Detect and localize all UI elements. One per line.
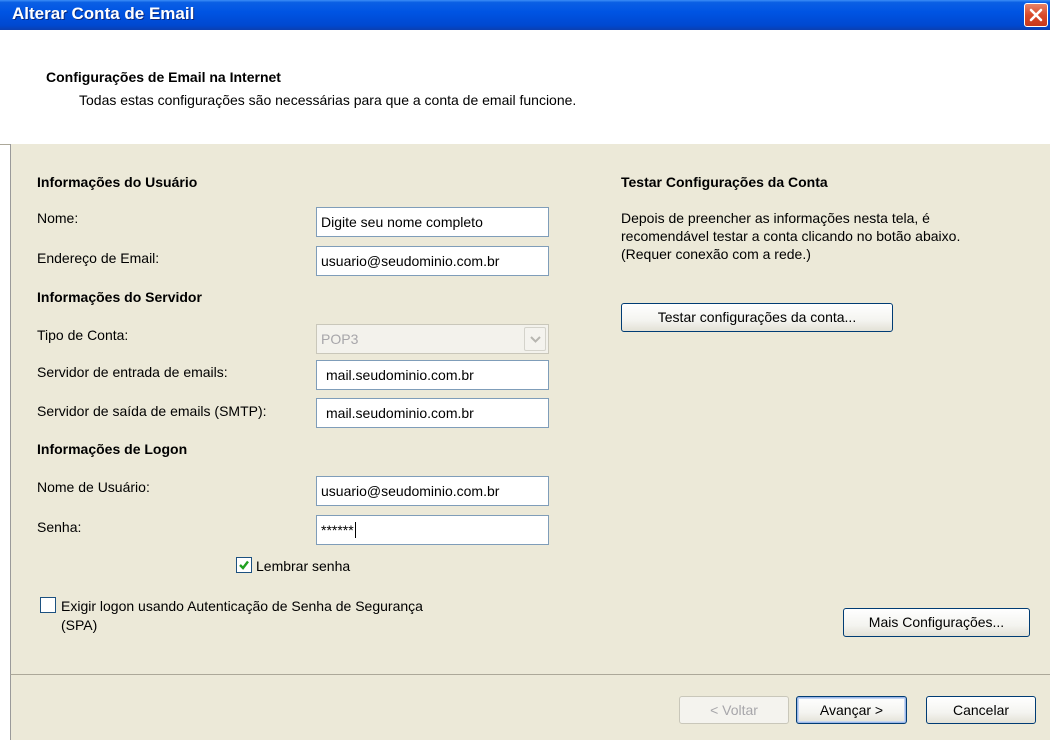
description-line-2: recomendável testar a conta clicando no … bbox=[621, 228, 961, 244]
server-info-heading: Informações do Servidor bbox=[37, 289, 202, 305]
window-title: Alterar Conta de Email bbox=[12, 4, 195, 23]
text-caret bbox=[354, 522, 356, 538]
spa-checkbox[interactable] bbox=[40, 597, 56, 613]
checkmark-icon bbox=[239, 560, 249, 570]
email-label: Endereço de Email: bbox=[37, 250, 160, 266]
chevron-down-icon bbox=[530, 336, 541, 343]
logon-info-heading: Informações de Logon bbox=[37, 441, 188, 457]
user-info-heading: Informações do Usuário bbox=[37, 174, 198, 190]
back-button[interactable]: < Voltar bbox=[679, 696, 789, 724]
email-input[interactable]: usuario@seudominio.com.br bbox=[316, 246, 549, 276]
account-type-label: Tipo de Conta: bbox=[37, 327, 129, 343]
password-value: ****** bbox=[321, 522, 354, 538]
more-settings-button[interactable]: Mais Configurações... bbox=[843, 608, 1030, 637]
test-settings-button[interactable]: Testar configurações da conta... bbox=[621, 303, 893, 332]
next-button[interactable]: Avançar > bbox=[796, 696, 907, 724]
remember-password-checkbox[interactable] bbox=[236, 557, 252, 573]
spa-label-line1[interactable]: Exigir logon usando Autenticação de Senh… bbox=[61, 598, 423, 614]
name-input[interactable]: Digite seu nome completo bbox=[316, 207, 549, 237]
page-subtitle: Todas estas configurações são necessária… bbox=[79, 92, 577, 108]
incoming-server-label: Servidor de entrada de emails: bbox=[37, 364, 228, 380]
remember-password-label[interactable]: Lembrar senha bbox=[256, 558, 350, 574]
test-settings-heading: Testar Configurações da Conta bbox=[621, 174, 828, 190]
close-icon bbox=[1029, 8, 1043, 22]
close-button[interactable] bbox=[1024, 3, 1048, 27]
account-type-select: POP3 bbox=[316, 324, 549, 354]
username-input[interactable]: usuario@seudominio.com.br bbox=[316, 476, 549, 506]
password-label: Senha: bbox=[37, 519, 82, 535]
account-type-value: POP3 bbox=[321, 331, 359, 347]
outgoing-server-label: Servidor de saída de emails (SMTP): bbox=[37, 403, 267, 419]
outgoing-server-input[interactable]: mail.seudominio.com.br bbox=[316, 398, 549, 428]
title-bar: Alterar Conta de Email bbox=[0, 0, 1050, 30]
name-label: Nome: bbox=[37, 210, 79, 226]
incoming-server-input[interactable]: mail.seudominio.com.br bbox=[316, 360, 549, 390]
spa-label-line2[interactable]: (SPA) bbox=[61, 617, 97, 633]
test-settings-description: Depois de preencher as informações nesta… bbox=[621, 209, 1041, 263]
description-line-1: Depois de preencher as informações nesta… bbox=[621, 210, 930, 226]
account-type-dropdown-button bbox=[524, 327, 546, 351]
description-line-3: (Requer conexão com a rede.) bbox=[621, 246, 811, 262]
username-label: Nome de Usuário: bbox=[37, 479, 150, 495]
password-input[interactable]: ****** bbox=[316, 515, 549, 545]
header-panel: Configurações de Email na Internet Todas… bbox=[0, 30, 1050, 145]
cancel-button[interactable]: Cancelar bbox=[926, 696, 1036, 724]
page-title: Configurações de Email na Internet bbox=[46, 69, 281, 85]
